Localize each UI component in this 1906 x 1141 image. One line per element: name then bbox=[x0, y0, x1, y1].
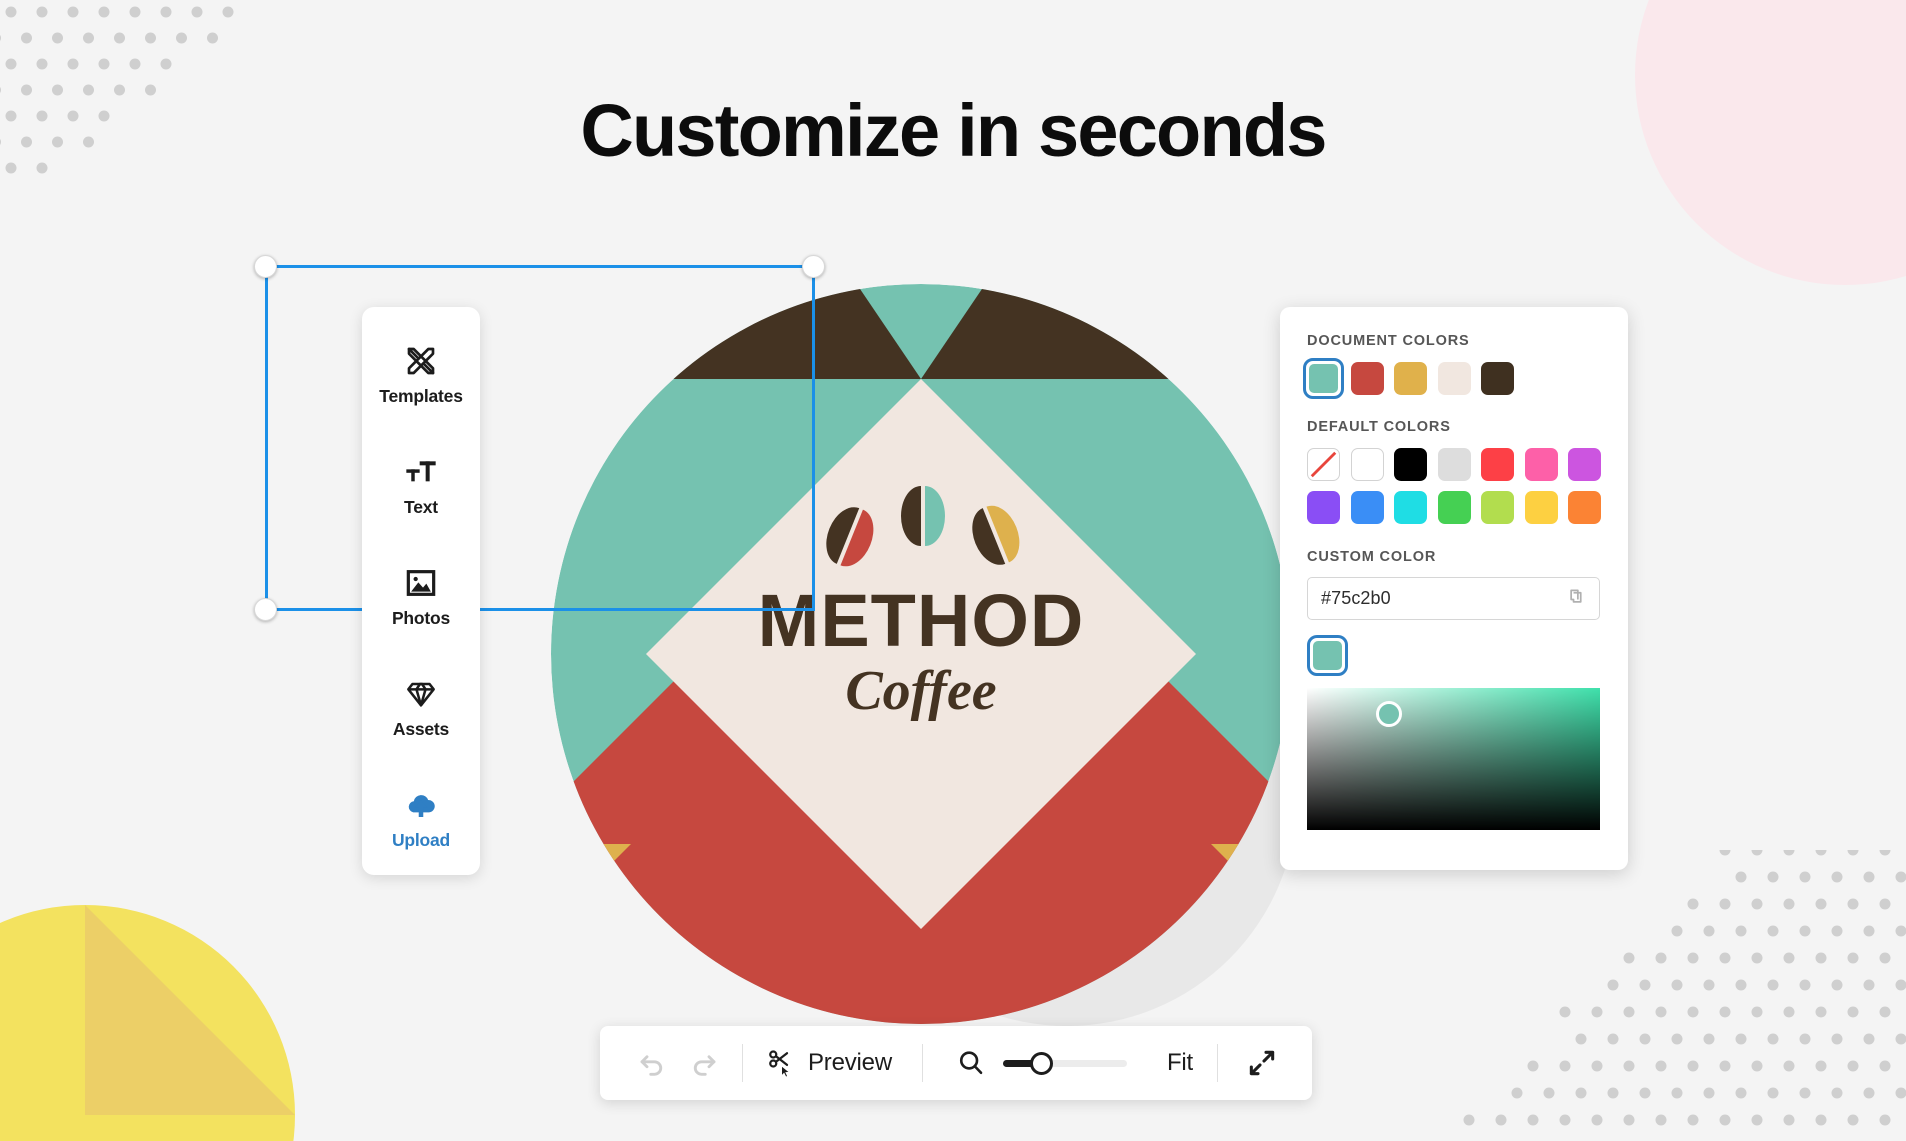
copy-icon[interactable] bbox=[1563, 587, 1586, 610]
sidebar-item-templates[interactable]: Templates bbox=[362, 321, 480, 432]
default-color-swatch-r2-3[interactable] bbox=[1437, 491, 1471, 524]
sidebar-item-text[interactable]: Text bbox=[362, 432, 480, 543]
selection-handle-top-right[interactable] bbox=[802, 255, 825, 278]
fit-button[interactable]: Fit bbox=[1167, 1049, 1193, 1077]
redo-button[interactable] bbox=[678, 1026, 730, 1100]
selection-edge-right bbox=[812, 265, 815, 610]
app-canvas-screen: Customize in seconds METHOD Coffee Templ… bbox=[0, 0, 1906, 1141]
default-color-swatch-r1-0[interactable] bbox=[1307, 448, 1340, 481]
color-gradient-area[interactable] bbox=[1307, 688, 1600, 830]
sidebar-item-assets[interactable]: Assets bbox=[362, 653, 480, 764]
default-color-swatch-r2-2[interactable] bbox=[1394, 491, 1427, 524]
hex-color-input[interactable]: #75c2b0 bbox=[1307, 577, 1600, 620]
magnifier-icon bbox=[959, 1051, 983, 1075]
upload-cloud-icon bbox=[408, 794, 435, 817]
default-color-swatch-r1-5[interactable] bbox=[1524, 448, 1558, 481]
default-colors-row-1 bbox=[1307, 448, 1601, 481]
selection-edge-top bbox=[265, 265, 815, 268]
default-color-swatch-r1-6[interactable] bbox=[1568, 448, 1601, 481]
default-color-swatch-r1-2[interactable] bbox=[1394, 448, 1427, 481]
default-color-swatch-r2-5[interactable] bbox=[1524, 491, 1558, 524]
gradient-picker-handle[interactable] bbox=[1376, 700, 1403, 727]
document-color-selected-wrapper[interactable] bbox=[1303, 358, 1344, 399]
canvas-bottom-toolbar: Preview Fit bbox=[600, 1026, 1312, 1100]
current-custom-swatch-fill bbox=[1313, 641, 1342, 670]
default-color-swatch-r1-1[interactable] bbox=[1350, 448, 1384, 481]
templates-icon bbox=[407, 348, 435, 375]
default-color-swatch-r2-4[interactable] bbox=[1481, 491, 1514, 524]
left-tool-rail: Templates Text Photos Assets Upload bbox=[362, 307, 480, 875]
redo-icon bbox=[693, 1055, 716, 1076]
document-colors-heading: Document colors bbox=[1307, 333, 1470, 349]
document-color-swatch-3[interactable] bbox=[1437, 362, 1471, 395]
toolbar-divider bbox=[1217, 1044, 1219, 1082]
zoom-button[interactable] bbox=[949, 1026, 993, 1100]
selection-edge-left bbox=[265, 265, 268, 610]
document-color-swatch-1[interactable] bbox=[1350, 362, 1384, 395]
preview-label: Preview bbox=[808, 1049, 892, 1076]
sidebar-item-photos[interactable]: Photos bbox=[362, 543, 480, 654]
document-colors-row bbox=[1303, 358, 1601, 399]
sidebar-item-label: Assets bbox=[392, 718, 450, 739]
default-color-swatch-r2-0[interactable] bbox=[1307, 491, 1340, 524]
selection-handle-top-left[interactable] bbox=[254, 255, 277, 278]
toolbar-divider bbox=[921, 1044, 923, 1082]
sidebar-item-label: Templates bbox=[379, 386, 463, 407]
toolbar-divider bbox=[742, 1044, 743, 1082]
document-color-swatch-2[interactable] bbox=[1394, 362, 1427, 395]
hex-color-value: #75c2b0 bbox=[1321, 588, 1391, 608]
sidebar-item-label: Upload bbox=[391, 829, 451, 850]
default-colors-row-2 bbox=[1307, 491, 1601, 524]
default-colors-heading: Default colors bbox=[1307, 419, 1451, 435]
scissors-cursor-icon bbox=[769, 1050, 791, 1078]
zoom-slider-knob[interactable] bbox=[1030, 1051, 1054, 1075]
preview-button[interactable]: Preview bbox=[767, 1048, 892, 1078]
document-color-swatch-0[interactable] bbox=[1309, 364, 1338, 393]
undo-button[interactable] bbox=[626, 1026, 678, 1100]
sidebar-item-label: Text bbox=[404, 497, 438, 518]
sidebar-item-label: Photos bbox=[391, 607, 451, 628]
undo-icon bbox=[640, 1055, 663, 1076]
selection-handle-bottom-left[interactable] bbox=[254, 598, 277, 621]
assets-diamond-icon bbox=[407, 682, 435, 707]
zoom-slider[interactable] bbox=[1002, 1051, 1127, 1075]
document-color-swatch-4[interactable] bbox=[1481, 362, 1514, 395]
text-icon bbox=[406, 461, 436, 482]
current-custom-swatch[interactable] bbox=[1307, 635, 1348, 676]
expand-arrows-icon bbox=[1249, 1050, 1275, 1076]
selection-edge-bottom bbox=[265, 608, 815, 611]
default-color-swatch-r2-6[interactable] bbox=[1568, 491, 1601, 524]
custom-color-heading: Custom color bbox=[1307, 549, 1437, 565]
default-color-swatch-r1-3[interactable] bbox=[1437, 448, 1471, 481]
color-picker-panel: Document colors Default colors Custom co… bbox=[1280, 307, 1628, 870]
expand-button[interactable] bbox=[1240, 1026, 1284, 1100]
default-color-swatch-r2-1[interactable] bbox=[1350, 491, 1384, 524]
default-color-swatch-r1-4[interactable] bbox=[1481, 448, 1514, 481]
photos-icon bbox=[406, 570, 436, 596]
sidebar-item-upload[interactable]: Upload bbox=[362, 764, 480, 875]
